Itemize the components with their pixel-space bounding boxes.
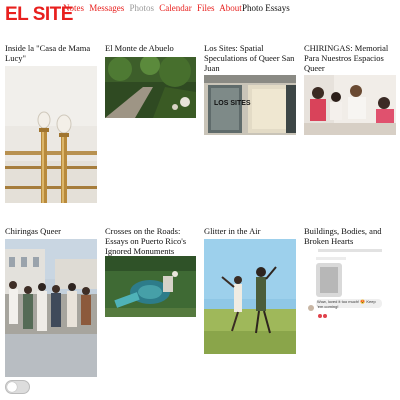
chiringas-memorial-photo[interactable] [304,75,396,135]
los-sites-photo[interactable]: LOS SITES [204,75,296,135]
card-chiringas-queer[interactable]: Chiringas Queer [5,226,97,236]
card-title[interactable]: CHIRINGAS: Memorial Para Nuestros Espaci… [304,43,396,73]
casa-mama-lucy-photo[interactable] [5,66,97,203]
monte-abuelo-photo[interactable] [105,57,196,118]
card-buildings-bodies[interactable]: Buildings, Bodies, and Broken Hearts [304,226,396,246]
card-los-sites[interactable]: Los Sites: Spatial Speculations of Queer… [204,43,296,73]
buildings-bodies-screenshot[interactable]: Wow, loved it too much! 😍 Keep 'em comin… [304,245,396,320]
card-monte-abuelo[interactable]: El Monte de Abuelo [105,43,197,53]
nav-about[interactable]: About [219,3,242,13]
nav-photos[interactable]: Photos [130,3,155,13]
chat-message: Wow, loved it too much! 😍 Keep 'em comin… [317,299,376,309]
theme-toggle[interactable] [5,380,30,394]
main-nav: Notes Messages Photos Calendar Files Abo… [63,3,245,13]
los-sites-sign: LOS SITES [214,100,251,107]
nav-notes[interactable]: Notes [63,3,84,13]
nav-messages[interactable]: Messages [89,3,124,13]
card-title[interactable]: Glitter in the Air [204,226,296,236]
toggle-knob[interactable] [7,382,17,392]
card-crosses-roads[interactable]: Crosses on the Roads: Essays on Puerto R… [105,226,197,256]
card-casa-mama-lucy[interactable]: Inside la "Casa de Mama Lucy" [5,43,97,63]
nav-photo-essays[interactable]: Photo Essays [242,3,290,13]
nav-files[interactable]: Files [197,3,215,13]
nav-calendar[interactable]: Calendar [159,3,191,13]
card-title[interactable]: Buildings, Bodies, and Broken Hearts [304,226,396,246]
card-chiringas-memorial[interactable]: CHIRINGAS: Memorial Para Nuestros Espaci… [304,43,396,73]
card-title[interactable]: Chiringas Queer [5,226,97,236]
crosses-roads-photo[interactable] [105,256,196,317]
card-title[interactable]: El Monte de Abuelo [105,43,197,53]
chiringas-queer-photo[interactable] [5,239,97,377]
card-glitter-air[interactable]: Glitter in the Air [204,226,296,236]
glitter-air-photo[interactable] [204,239,296,354]
card-title[interactable]: Crosses on the Roads: Essays on Puerto R… [105,226,197,256]
card-title[interactable]: Los Sites: Spatial Speculations of Queer… [204,43,296,73]
card-title[interactable]: Inside la "Casa de Mama Lucy" [5,43,97,63]
